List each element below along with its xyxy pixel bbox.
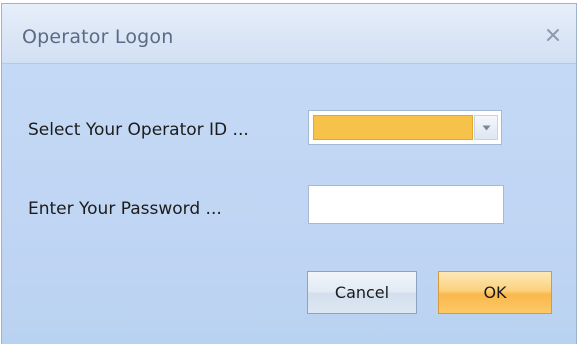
dialog-title: Operator Logon	[22, 26, 174, 48]
cancel-button[interactable]: Cancel	[307, 271, 417, 314]
close-button[interactable]	[538, 20, 568, 50]
operator-logon-dialog: Operator Logon Select Your Operator ID .…	[1, 3, 577, 344]
operator-id-field[interactable]	[313, 115, 473, 140]
close-icon	[547, 29, 559, 41]
chevron-down-icon	[482, 125, 490, 130]
ok-button[interactable]: OK	[438, 271, 552, 314]
dialog-body: Select Your Operator ID ... Enter Your P…	[2, 65, 576, 344]
operator-id-label: Select Your Operator ID ...	[28, 120, 249, 140]
operator-id-dropdown-button[interactable]	[474, 115, 498, 140]
password-label: Enter Your Password ...	[28, 199, 222, 219]
password-field[interactable]	[308, 185, 504, 224]
operator-id-dropdown[interactable]	[308, 110, 502, 145]
dialog-titlebar: Operator Logon	[2, 4, 576, 64]
